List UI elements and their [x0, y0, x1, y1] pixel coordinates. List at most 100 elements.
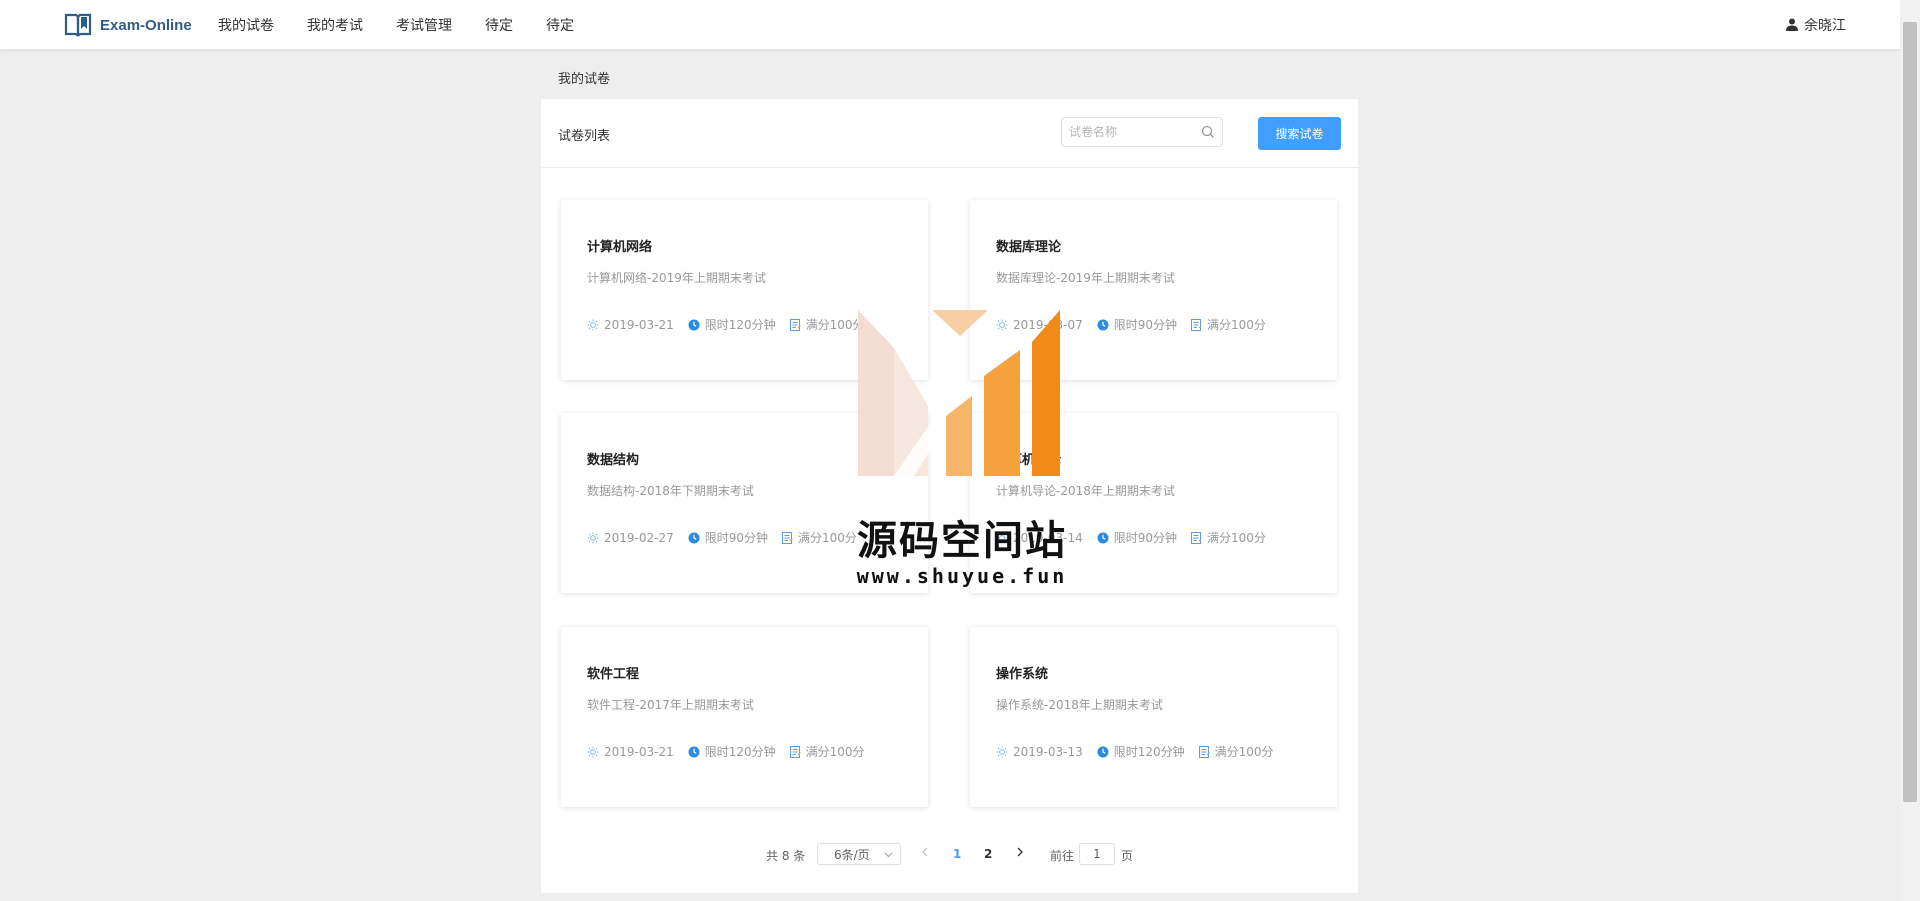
paper-full-score-value: 满分100分 [805, 318, 865, 332]
prev-page-icon[interactable] [919, 846, 931, 858]
sun-date-icon [996, 746, 1008, 757]
book-logo-icon [64, 13, 92, 37]
nav-my-exams[interactable]: 我的考试 [307, 15, 363, 35]
page-number-1[interactable]: 1 [953, 847, 961, 861]
paper-time-limit: 限时120分钟 [688, 743, 776, 760]
paper-full-score-value: 满分100分 [1207, 531, 1266, 545]
paper-description: 数据库理论-2019年上期期末考试 [996, 271, 1175, 285]
clock-icon [1097, 532, 1109, 543]
paper-time-limit: 限时90分钟 [1097, 529, 1177, 546]
paper-time-limit-value: 限时120分钟 [704, 745, 776, 759]
paper-full-score: 满分100分 [1191, 316, 1266, 333]
panel-title: 试卷列表 [558, 129, 611, 144]
paper-meta: 2019-03-07 限时90分钟 满分100分 [996, 316, 1280, 333]
watermark-url: www.shuyue.fun [856, 564, 1068, 588]
scrollbar-thumb[interactable] [1903, 22, 1917, 802]
page-number-2[interactable]: 2 [984, 847, 992, 861]
paper-card[interactable]: 操作系统操作系统-2018年上期期末考试 2019-03-13 限时120分钟 满分1… [970, 627, 1337, 807]
paper-time-limit: 限时90分钟 [1097, 316, 1177, 333]
sun-date-icon [587, 746, 599, 757]
page-size-value: 6条/页 [834, 847, 870, 862]
user-name: 余晓江 [1804, 17, 1846, 34]
search-box [1061, 117, 1223, 147]
paper-date-value: 2019-03-21 [604, 744, 674, 759]
paper-full-score: 满分100分 [1198, 743, 1274, 760]
nav-my-papers[interactable]: 我的试卷 [218, 15, 274, 35]
clock-icon [688, 532, 700, 543]
paper-title[interactable]: 软件工程 [587, 663, 639, 682]
paper-time-limit-value: 限时90分钟 [704, 531, 769, 545]
document-icon [789, 318, 801, 331]
paper-date: 2019-03-21 [587, 745, 674, 759]
paper-title[interactable]: 数据库理论 [996, 236, 1061, 255]
paper-title[interactable]: 计算机导论 [996, 449, 1061, 468]
paper-full-score-value: 满分100分 [1207, 318, 1266, 332]
clock-icon [1097, 319, 1109, 330]
paper-meta: 2019-03-13 限时120分钟 满分100分 [996, 743, 1288, 760]
sun-date-icon [587, 532, 599, 543]
paper-description: 计算机网络-2019年上期期末考试 [587, 271, 766, 285]
paper-title[interactable]: 操作系统 [996, 663, 1048, 682]
main-nav: 我的试卷 我的考试 考试管理 待定 待定 [218, 0, 607, 49]
page-size-select[interactable]: 6条/页 [817, 843, 901, 865]
search-input[interactable] [1062, 118, 1189, 146]
paper-card[interactable]: 软件工程软件工程-2017年上期期末考试 2019-03-21 限时120分钟 满分1… [561, 627, 928, 807]
search-icon[interactable] [1201, 125, 1215, 139]
paper-card[interactable]: 计算机网络计算机网络-2019年上期期末考试 2019-03-21 限时120分钟 满… [561, 200, 928, 380]
paper-card[interactable]: 数据库理论数据库理论-2019年上期期末考试 2019-03-07 限时90分钟 满分… [970, 200, 1337, 380]
goto-page-suffix: 页 [1121, 849, 1134, 863]
nav-pending-1[interactable]: 待定 [485, 15, 513, 35]
paper-title[interactable]: 计算机网络 [587, 236, 652, 255]
logo-text: Exam-Online [100, 16, 192, 34]
document-icon [1191, 318, 1202, 331]
document-icon [782, 531, 793, 544]
goto-label: 前往 [1050, 849, 1075, 863]
clock-icon [688, 319, 700, 330]
paper-time-limit: 限时120分钟 [1097, 743, 1185, 760]
user-icon [1786, 18, 1798, 31]
paper-time-limit-value: 限时120分钟 [704, 318, 776, 332]
paper-time-limit: 限时90分钟 [688, 529, 768, 546]
paper-full-score-value: 满分100分 [1214, 745, 1274, 759]
paper-date-value: 2019-03-21 [604, 317, 674, 332]
paper-full-score: 满分100分 [1191, 529, 1266, 546]
search-paper-button[interactable]: 搜索试卷 [1258, 117, 1341, 150]
clock-icon [1097, 746, 1109, 757]
pagination-total: 共 8 条 [766, 849, 806, 863]
paper-meta: 2019-03-21 限时120分钟 满分100分 [587, 743, 879, 760]
paper-date-value: 2019-02-27 [604, 530, 674, 545]
document-icon [1198, 745, 1210, 758]
sun-date-icon [996, 319, 1008, 330]
top-nav-bar: Exam-Online 我的试卷 我的考试 考试管理 待定 待定 余晓江 [0, 0, 1900, 49]
panel-header: 试卷列表 搜索试卷 [541, 99, 1358, 168]
paper-date: 2019-03-07 [996, 318, 1083, 332]
paper-meta: 2019-03-21 限时120分钟 满分100分 [587, 316, 879, 333]
paper-full-score: 满分100分 [789, 743, 865, 760]
paper-date-value: 2019-03-13 [1013, 744, 1083, 759]
paper-date: 2019-02-27 [587, 531, 674, 545]
paper-full-score-value: 满分100分 [805, 745, 865, 759]
paper-meta: 2019-02-27 限时90分钟 满分100分 [587, 529, 871, 546]
paper-time-limit-value: 限时90分钟 [1113, 318, 1178, 332]
goto-page-input[interactable] [1079, 843, 1115, 865]
paper-time-limit: 限时120分钟 [688, 316, 776, 333]
paper-description: 数据结构-2018年下期期末考试 [587, 484, 754, 498]
paper-date: 2019-03-13 [996, 745, 1083, 759]
paper-title[interactable]: 数据结构 [587, 449, 639, 468]
paper-description: 操作系统-2018年上期期末考试 [996, 698, 1163, 712]
nav-pending-2[interactable]: 待定 [546, 15, 574, 35]
logo[interactable]: Exam-Online [64, 11, 192, 39]
page-scrollbar[interactable] [1900, 0, 1920, 901]
paper-description: 计算机导论-2018年上期期末考试 [996, 484, 1175, 498]
nav-exam-management[interactable]: 考试管理 [396, 15, 452, 35]
paper-date-value: 2019-03-07 [1013, 317, 1083, 332]
watermark-title: 源码空间站 [857, 518, 1067, 564]
paper-time-limit-value: 限时120分钟 [1113, 745, 1185, 759]
paper-time-limit-value: 限时90分钟 [1113, 531, 1178, 545]
paper-description: 软件工程-2017年上期期末考试 [587, 698, 754, 712]
paper-full-score: 满分100分 [789, 316, 865, 333]
document-icon [1191, 531, 1202, 544]
document-icon [789, 745, 801, 758]
next-page-icon[interactable] [1014, 846, 1026, 858]
user-menu[interactable]: 余晓江 [1786, 0, 1846, 49]
